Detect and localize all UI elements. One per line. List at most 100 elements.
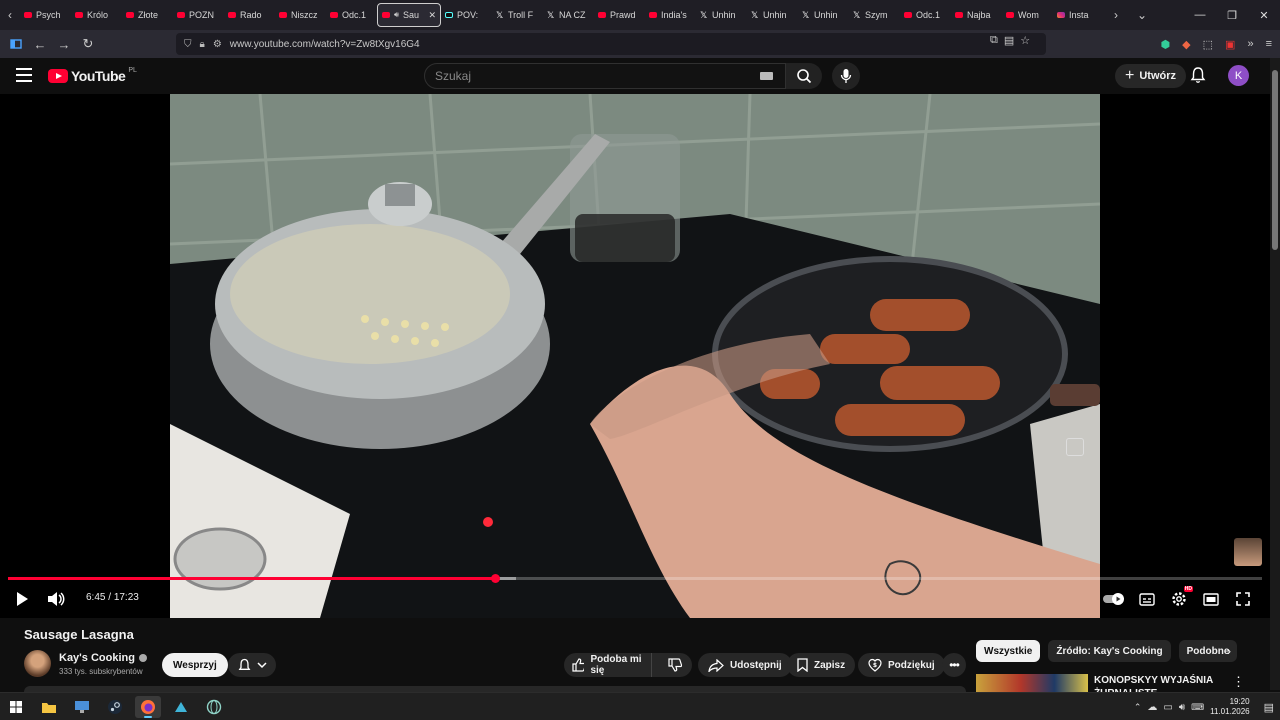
search-input[interactable]: Szukaj xyxy=(424,63,786,89)
page-scrollbar[interactable] xyxy=(1270,58,1280,690)
scrubber-handle[interactable] xyxy=(491,574,501,583)
overflow-chevron-icon[interactable]: » xyxy=(1247,38,1253,50)
youtube-logo[interactable]: YouTube PL xyxy=(48,67,137,84)
scrollbar-thumb[interactable] xyxy=(1272,70,1278,250)
tab[interactable]: Prawd xyxy=(594,3,645,27)
tab[interactable]: POZN xyxy=(173,3,224,27)
taskbar-firefox[interactable] xyxy=(135,696,161,718)
save-button[interactable]: Zapisz xyxy=(787,653,856,677)
filter-chip[interactable]: Źródło: Kay's Cooking xyxy=(1048,640,1171,662)
more-actions-button[interactable]: ••• xyxy=(942,653,966,677)
url-text[interactable]: www.youtube.com/watch?v=Zw8tXgv16G4 xyxy=(230,39,420,50)
tab[interactable]: POV: xyxy=(441,3,492,27)
tab[interactable]: Niszcz xyxy=(275,3,326,27)
taskbar-file-explorer[interactable] xyxy=(36,696,62,718)
voice-search-button[interactable] xyxy=(832,62,860,90)
sidebar-toggle-icon[interactable] xyxy=(4,32,28,56)
tab[interactable]: 𝕏 Troll F xyxy=(492,3,543,27)
recommendation-thumbnail[interactable] xyxy=(976,674,1088,692)
minimize-icon[interactable]: — xyxy=(1184,0,1216,30)
lock-icon[interactable]: 🔒︎ xyxy=(200,39,205,50)
extensions-puzzle-icon[interactable]: ⬚ xyxy=(1203,38,1213,51)
notification-center-icon[interactable]: ▤ xyxy=(1264,701,1274,714)
video-frame[interactable] xyxy=(170,94,1100,618)
recommendation-title[interactable]: KONOPSKYY WYJAŚNIA ŻURNALISTE xyxy=(1094,674,1224,692)
tab-list-chevron-icon[interactable]: ⌄ xyxy=(1132,0,1152,30)
play-button[interactable] xyxy=(12,584,32,614)
extension-badge-icon[interactable]: ▣ xyxy=(1225,38,1235,51)
subtitles-button[interactable] xyxy=(1137,584,1157,614)
reload-icon[interactable]: ↻ xyxy=(76,32,100,56)
share-button[interactable]: Udostępnij xyxy=(698,653,792,677)
picture-in-picture-icon[interactable]: ⧉ xyxy=(990,34,998,47)
tab[interactable]: 𝕏 Szym xyxy=(849,3,900,27)
taskbar-settings-app[interactable] xyxy=(69,696,95,718)
dislike-button[interactable] xyxy=(658,658,692,672)
back-icon[interactable]: ← xyxy=(28,32,52,56)
mute-button[interactable] xyxy=(46,584,66,614)
tab[interactable]: Rado xyxy=(224,3,275,27)
close-window-icon[interactable]: ✕ xyxy=(1248,0,1280,30)
tray-keyboard-icon[interactable]: ⌨ xyxy=(1191,702,1204,713)
tray-volume-icon[interactable]: 🔊︎ xyxy=(1179,702,1185,713)
create-button[interactable]: + Utwórz xyxy=(1115,64,1187,88)
tray-network-icon[interactable]: ▭ xyxy=(1163,702,1172,713)
chips-next-chevron-icon[interactable]: › xyxy=(1220,640,1238,662)
keyboard-icon[interactable] xyxy=(760,72,773,80)
channel-name-link[interactable]: Kay's Cooking xyxy=(59,652,147,664)
tab-scroll-left-icon[interactable]: ‹ xyxy=(0,0,20,30)
tab[interactable]: 𝕏 Unhin xyxy=(696,3,747,27)
search-button[interactable] xyxy=(786,63,822,89)
address-bar[interactable]: ⛉ 🔒︎ ⚙︎ www.youtube.com/watch?v=Zw8tXgv1… xyxy=(176,33,1046,55)
thanks-button[interactable]: $ Podziękuj xyxy=(858,653,945,677)
tab-close-icon[interactable]: ✕ xyxy=(428,10,436,21)
tab[interactable]: India's xyxy=(645,3,696,27)
tab[interactable]: Najba xyxy=(951,3,1002,27)
guide-menu-icon[interactable] xyxy=(16,68,32,82)
tab[interactable]: Królo xyxy=(71,3,122,27)
video-player[interactable]: 6:45 / 17:23 HD xyxy=(0,94,1270,618)
fullscreen-button[interactable] xyxy=(1233,584,1253,614)
channel-avatar[interactable] xyxy=(24,650,51,677)
progress-bar[interactable] xyxy=(8,574,1262,583)
taskbar-app-generic[interactable] xyxy=(168,696,194,718)
forward-icon[interactable]: → xyxy=(52,32,76,56)
channel-watermark[interactable] xyxy=(1234,538,1262,566)
miniplayer-button[interactable] xyxy=(1201,584,1221,614)
tab[interactable]: Odc.1 xyxy=(326,3,377,27)
start-button[interactable] xyxy=(3,696,29,718)
taskbar-steam[interactable] xyxy=(102,696,128,718)
account-avatar[interactable]: K xyxy=(1228,65,1249,86)
tab[interactable]: 𝕏 Unhin xyxy=(747,3,798,27)
miniplayer-icon[interactable] xyxy=(1066,438,1084,456)
permissions-icon[interactable]: ⚙︎ xyxy=(213,39,222,50)
speaker-icon[interactable]: 🔊︎ xyxy=(394,10,399,20)
tray-overflow-chevron-icon[interactable]: ⌃ xyxy=(1134,702,1142,713)
recommendation-menu-icon[interactable]: ⋮ xyxy=(1232,674,1245,690)
reader-view-icon[interactable]: ▤ xyxy=(1004,34,1014,47)
tab[interactable]: 𝕏 Unhin xyxy=(798,3,849,27)
tab[interactable]: Insta xyxy=(1053,3,1104,27)
tray-cloud-icon[interactable]: ☁︎ xyxy=(1147,702,1157,713)
tab[interactable]: Psych xyxy=(20,3,71,27)
tab[interactable]: Odc.1 xyxy=(900,3,951,27)
extension-fox-icon[interactable]: ◆ xyxy=(1182,38,1190,51)
tab[interactable]: Złote xyxy=(122,3,173,27)
tab[interactable]: Wom xyxy=(1002,3,1053,27)
tab-scroll-right-icon[interactable]: › xyxy=(1106,0,1126,30)
subscription-notifications-button[interactable] xyxy=(228,653,276,677)
taskbar-clock[interactable]: 19:20 11.01.2026 xyxy=(1210,697,1249,717)
support-button[interactable]: Wesprzyj xyxy=(162,653,228,677)
bookmark-star-icon[interactable]: ☆ xyxy=(1020,34,1030,47)
extension-shield-icon[interactable]: ⬢ xyxy=(1161,38,1171,51)
like-button[interactable]: Podoba mi się xyxy=(564,653,652,677)
shield-icon[interactable]: ⛉ xyxy=(184,39,192,50)
app-menu-icon[interactable]: ≡ xyxy=(1266,38,1272,50)
restore-icon[interactable]: ❐ xyxy=(1216,0,1248,30)
filter-chip[interactable]: Wszystkie xyxy=(976,640,1041,662)
notifications-button[interactable] xyxy=(1190,66,1206,84)
settings-button[interactable]: HD xyxy=(1169,584,1193,614)
taskbar-app-globe[interactable] xyxy=(201,696,227,718)
tab-active[interactable]: 🔊︎ Sau ✕ xyxy=(377,3,441,27)
tab[interactable]: 𝕏 NA CZ xyxy=(543,3,594,27)
